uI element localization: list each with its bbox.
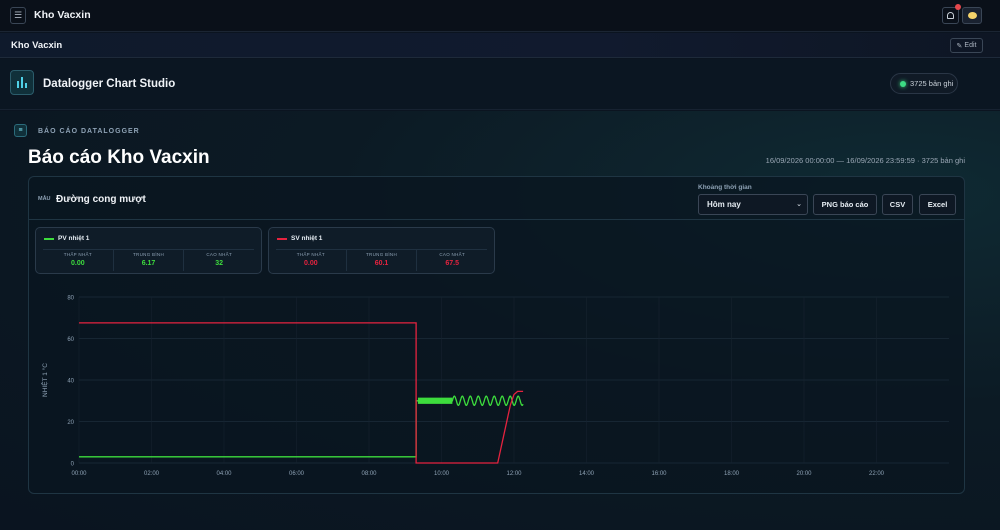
x-tick-label: 16:00 <box>651 471 667 477</box>
temperature-chart: 0 20 40 60 80 00:00 02:00 04:00 06:00 08:00 10:00 1… <box>40 296 949 477</box>
user-menu-button[interactable] <box>962 7 982 24</box>
x-tick-label: 08:00 <box>361 471 377 477</box>
edit-label: Edit <box>964 42 977 49</box>
hamburger-icon: ☰ <box>13 10 23 20</box>
pencil-icon: ✎ <box>956 42 963 50</box>
x-tick-label: 18:00 <box>724 471 740 477</box>
records-count: 3725 bản ghi <box>910 79 954 88</box>
page-header: Kho Vacxin ✎ Edit <box>0 33 1000 58</box>
x-tick-label: 10:00 <box>434 471 450 477</box>
avatar-icon <box>967 12 977 19</box>
y-axis-label: NHIỆT 1 °C <box>40 363 49 397</box>
app-title: Kho Vacxin <box>34 9 91 21</box>
series-dense-band <box>417 397 453 404</box>
x-tick-label: 20:00 <box>796 471 812 477</box>
page-title: Kho Vacxin <box>11 40 63 51</box>
y-tick-label: 0 <box>71 462 75 468</box>
y-tick-label: 60 <box>67 337 74 343</box>
list-icon[interactable]: ≡ <box>14 124 27 137</box>
x-tick-label: 06:00 <box>289 471 305 477</box>
edit-button[interactable]: ✎ Edit <box>950 38 983 53</box>
top-bar: ☰ Kho Vacxin <box>0 0 1000 32</box>
report-kicker: BÁO CÁO DATALOGGER <box>38 128 140 135</box>
bell-icon <box>947 12 954 19</box>
records-badge: 3725 bản ghi <box>890 73 958 94</box>
report-title: Báo cáo Kho Vacxin <box>28 147 210 168</box>
notification-badge <box>955 4 961 10</box>
studio-header: Datalogger Chart Studio <box>0 59 1000 110</box>
x-tick-label: 00:00 <box>71 471 87 477</box>
menu-button[interactable]: ☰ <box>10 7 26 24</box>
report-section: ≡ BÁO CÁO DATALOGGER Báo cáo Kho Vacxin … <box>0 111 1000 530</box>
status-dot-icon <box>900 80 906 87</box>
bar-chart-icon <box>10 70 34 95</box>
y-tick-label: 80 <box>67 296 74 302</box>
x-tick-label: 14:00 <box>579 471 595 477</box>
report-range: 16/09/2026 00:00:00 — 16/09/2026 23:59:5… <box>765 156 965 165</box>
x-tick-label: 02:00 <box>144 471 160 477</box>
y-tick-label: 20 <box>67 420 74 426</box>
x-tick-label: 22:00 <box>869 471 885 477</box>
studio-title: Datalogger Chart Studio <box>43 78 176 90</box>
x-tick-label: 04:00 <box>216 471 232 477</box>
series-line-pv <box>79 395 524 458</box>
series-line-sv <box>79 322 524 464</box>
y-tick-label: 40 <box>67 379 74 385</box>
x-tick-label: 12:00 <box>506 471 522 477</box>
chart-card: MẪU Đường cong mượt Khoảng thời gian Hôm… <box>28 176 965 494</box>
